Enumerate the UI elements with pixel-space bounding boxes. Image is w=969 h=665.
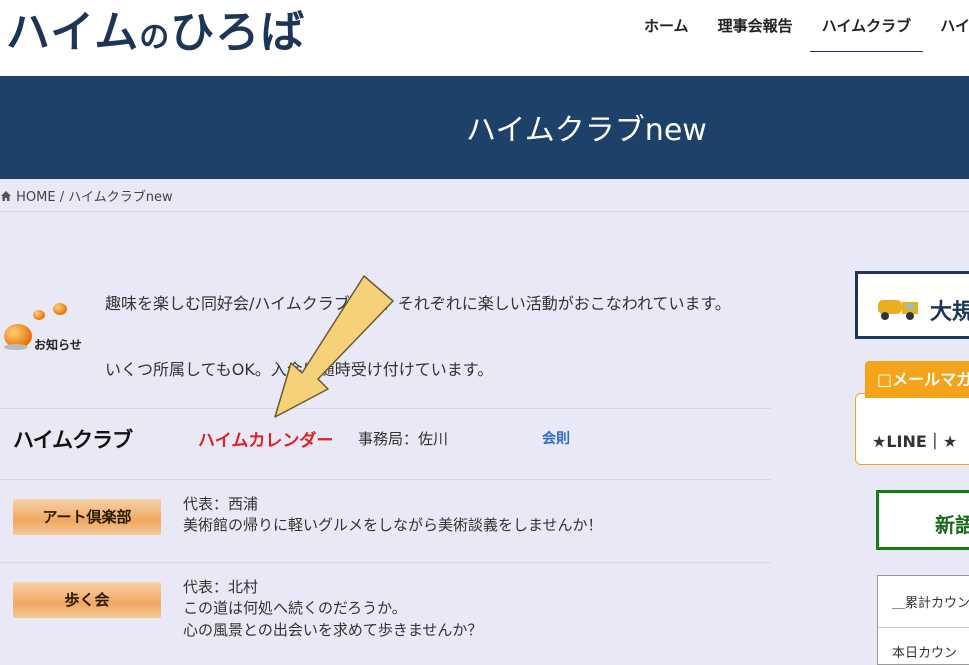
club-divider-2 bbox=[0, 562, 771, 563]
club-desc-walking-1: この道は何処へ続くのだろうか。 bbox=[183, 599, 407, 617]
club-divider-1 bbox=[0, 479, 771, 480]
intro-text: 趣味を楽しむ同好会/ハイムクラブでは、それぞれに楽しい活動がおこなわれています。 bbox=[105, 294, 731, 313]
logo-text-part2: の bbox=[139, 20, 171, 55]
nav-item-heim-club[interactable]: ハイムクラブ bbox=[809, 0, 924, 52]
club-rep-art: 代表：西浦 bbox=[183, 495, 259, 513]
rules-link[interactable]: 会則 bbox=[542, 428, 570, 448]
sidebar-banner-construction[interactable]: 大規 bbox=[855, 271, 969, 339]
intro-text-secondary: いくつ所属してもOK。入会は随時受け付けています。 bbox=[105, 360, 494, 379]
intro-divider bbox=[0, 408, 771, 409]
counter-total: ＿累計カウン bbox=[892, 596, 969, 611]
nav-item-board-report[interactable]: 理事会報告 bbox=[706, 0, 805, 51]
heim-club-logo: ハイムクラブ bbox=[13, 424, 133, 454]
mixer-truck-icon bbox=[878, 300, 918, 320]
breadcrumb-divider bbox=[0, 211, 969, 212]
nav-item-heim-more[interactable]: ハイム bbox=[928, 0, 969, 51]
sidebar-counter: ＿累計カウン 本日カウン bbox=[877, 575, 969, 665]
site-header: ハイムのひろば ホーム 理事会報告 ハイムクラブ ハイム bbox=[0, 0, 969, 76]
club-badge-art[interactable]: アート倶楽部 bbox=[13, 499, 161, 535]
club-badge-walking[interactable]: 歩く会 bbox=[13, 582, 161, 618]
sidebar-green-banner[interactable]: 新語 bbox=[876, 490, 969, 550]
breadcrumb-home-link[interactable]: HOME bbox=[16, 190, 55, 205]
logo-text-part1: ハイム bbox=[6, 7, 140, 58]
page-title: ハイムクラブnew bbox=[466, 113, 707, 148]
breadcrumb: HOME / ハイムクラブnew bbox=[0, 186, 173, 205]
site-logo[interactable]: ハイムのひろば bbox=[6, 0, 305, 60]
sidebar-line-links[interactable]: ★LINE｜★ bbox=[872, 428, 957, 452]
nav-item-home[interactable]: ホーム bbox=[632, 0, 701, 51]
heim-club-logo-text: ハイムクラブ bbox=[13, 428, 133, 452]
breadcrumb-current: ハイムクラブnew bbox=[68, 190, 173, 205]
office-info: 事務局：佐川 bbox=[358, 430, 449, 448]
notice-icon: お知らせ bbox=[2, 300, 82, 360]
club-desc-art: 美術館の帰りに軽いグルメをしながら美術談義をしませんか！ bbox=[183, 516, 603, 534]
sidebar-mail-tab[interactable]: □メールマガ bbox=[865, 361, 969, 398]
main-nav: ホーム 理事会報告 ハイムクラブ ハイム bbox=[632, 0, 969, 52]
breadcrumb-separator: / bbox=[59, 190, 65, 205]
counter-separator bbox=[878, 627, 969, 628]
heim-calendar-link[interactable]: ハイムカレンダー bbox=[198, 426, 333, 451]
counter-today: 本日カウン bbox=[892, 646, 958, 661]
sidebar-green-text: 新語 bbox=[935, 513, 969, 537]
notice-label: お知らせ bbox=[34, 338, 82, 352]
club-rep-walking: 代表：北村 bbox=[183, 578, 259, 596]
page-hero: ハイムクラブnew bbox=[0, 76, 969, 179]
sidebar-banner-text: 大規 bbox=[930, 300, 969, 325]
logo-text-part3: ひろば bbox=[170, 7, 306, 58]
club-desc-walking-2: 心の風景との出会いを求めて歩きませんか？ bbox=[183, 621, 483, 639]
home-icon bbox=[1, 191, 11, 201]
